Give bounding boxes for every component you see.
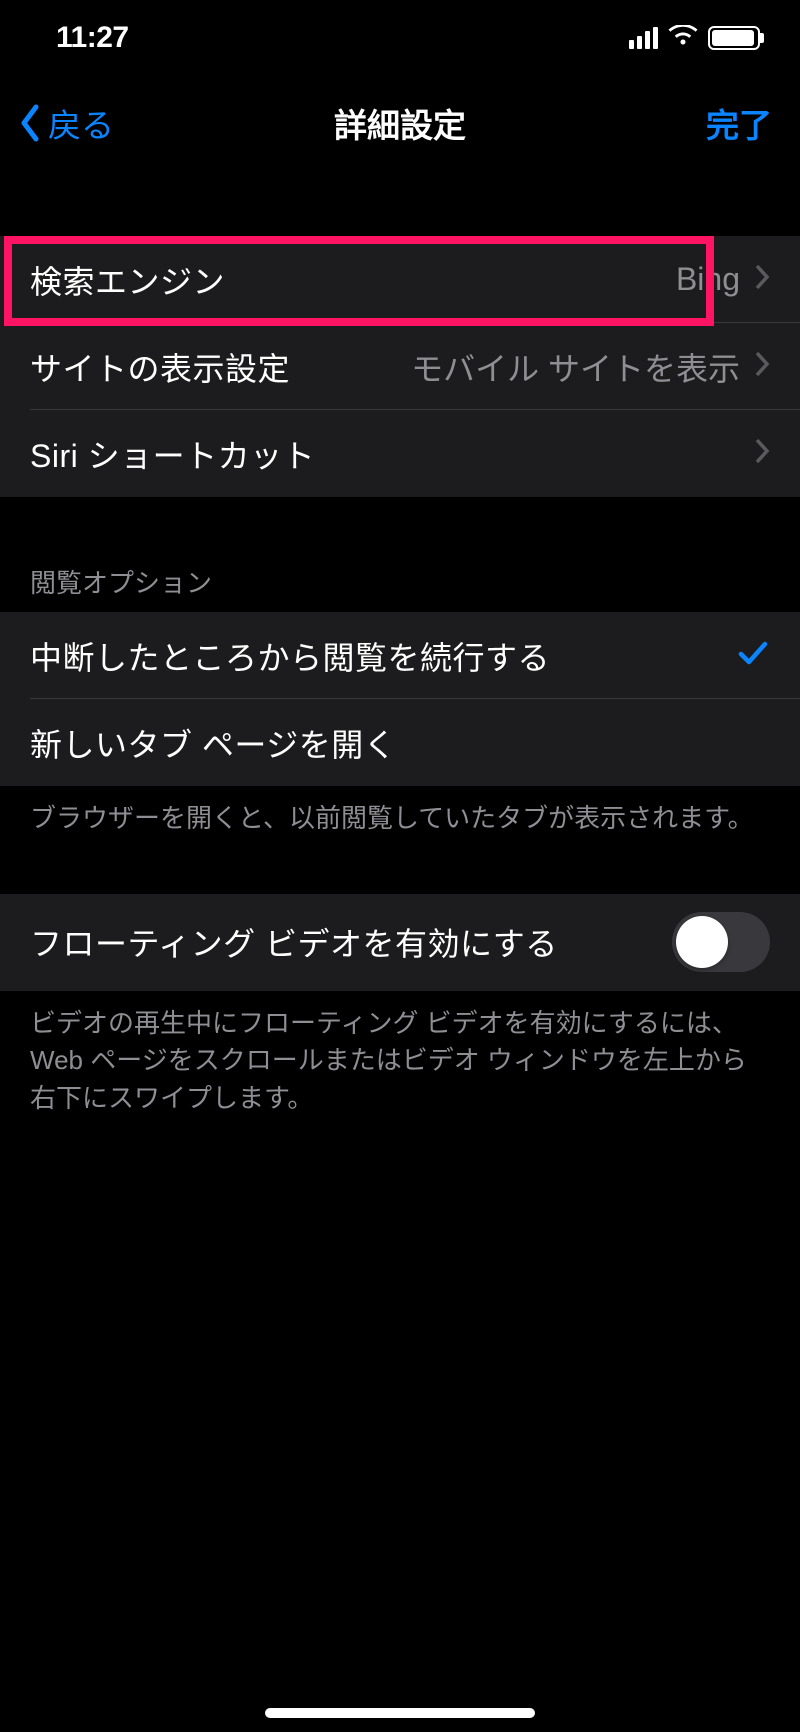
status-time: 11:27 <box>56 21 129 55</box>
row-label: Siri ショートカット <box>30 431 315 477</box>
floating-video-toggle[interactable] <box>672 912 770 972</box>
floating-video-footer: ビデオの再生中にフローティング ビデオを有効にするには、Web ページをスクロー… <box>0 991 800 1118</box>
row-label: 中断したところから閲覧を続行する <box>30 633 550 679</box>
home-indicator[interactable] <box>265 1708 535 1718</box>
back-button[interactable]: 戻る <box>18 99 114 147</box>
row-label: フローティング ビデオを有効にする <box>30 919 558 965</box>
search-engine-row[interactable]: 検索エンジン Bing <box>0 236 800 323</box>
wifi-icon <box>668 25 698 52</box>
new-tab-page-row[interactable]: 新しいタブ ページを開く <box>0 699 800 786</box>
continue-browsing-row[interactable]: 中断したところから閲覧を続行する <box>0 612 800 699</box>
row-value: モバイル サイトを表示 <box>411 344 740 390</box>
chevron-right-icon <box>754 437 770 470</box>
done-button[interactable]: 完了 <box>706 99 782 147</box>
chevron-left-icon <box>18 103 42 143</box>
status-icons <box>629 25 760 52</box>
navigation-bar: 戻る 詳細設定 完了 <box>0 76 800 170</box>
row-label: 検索エンジン <box>30 257 225 303</box>
site-view-row[interactable]: サイトの表示設定 モバイル サイトを表示 <box>0 323 800 410</box>
settings-group-1: 検索エンジン Bing サイトの表示設定 モバイル サイトを表示 Siri ショ… <box>0 236 800 497</box>
chevron-right-icon <box>754 350 770 383</box>
content: 検索エンジン Bing サイトの表示設定 モバイル サイトを表示 Siri ショ… <box>0 170 800 1118</box>
checkmark-icon <box>736 636 770 675</box>
back-label: 戻る <box>48 99 114 147</box>
settings-group-2: 中断したところから閲覧を続行する 新しいタブ ページを開く <box>0 612 800 786</box>
browsing-options-footer: ブラウザーを開くと、以前閲覧していたタブが表示されます。 <box>0 786 800 838</box>
settings-group-3: フローティング ビデオを有効にする <box>0 894 800 991</box>
status-bar: 11:27 <box>0 0 800 76</box>
floating-video-row: フローティング ビデオを有効にする <box>0 894 800 991</box>
page-title: 詳細設定 <box>334 99 466 147</box>
row-value: Bing <box>676 261 740 298</box>
row-label: 新しいタブ ページを開く <box>30 720 396 766</box>
battery-icon <box>708 26 760 50</box>
siri-shortcut-row[interactable]: Siri ショートカット <box>0 410 800 497</box>
chevron-right-icon <box>754 263 770 296</box>
cellular-signal-icon <box>629 27 658 49</box>
browsing-options-header: 閲覧オプション <box>0 563 800 612</box>
row-label: サイトの表示設定 <box>30 344 290 390</box>
